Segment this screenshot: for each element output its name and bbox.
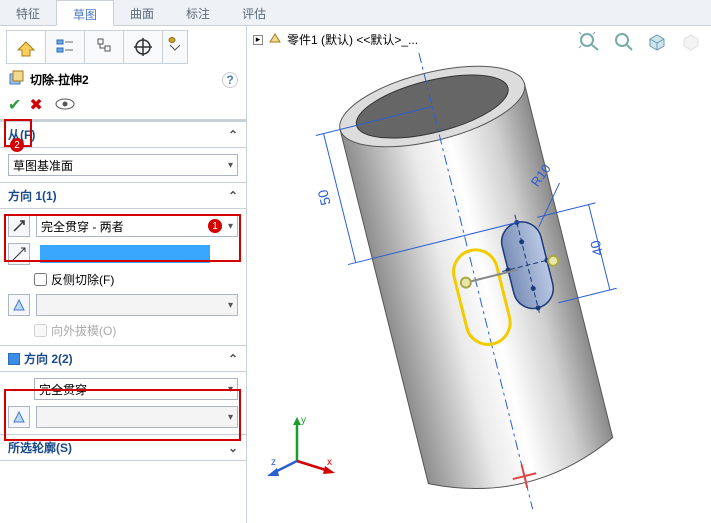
section-contours: 所选轮廓(S) ⌄ [0,434,246,461]
flip-side-checkbox[interactable] [34,273,47,286]
svg-text:x: x [327,457,332,468]
dropdown-arrow-icon: ▾ [228,412,233,423]
reverse-direction-icon[interactable] [8,215,30,237]
dropdown-arrow-icon: ▾ [228,384,233,395]
help-icon[interactable]: ? [222,72,238,88]
chevron-down-icon: ⌄ [228,441,238,455]
feature-title-row: 切除-拉伸2 ? [0,66,246,93]
dir2-draft-icon[interactable] [8,406,30,428]
section-dir1-header[interactable]: 方向 1(1) ⌃ [0,183,246,209]
svg-text:40: 40 [587,239,606,258]
direction-ref-field[interactable] [40,245,210,263]
view-triad[interactable]: y x z [267,413,337,483]
dropdown-arrow-icon: ▾ [228,160,233,171]
dropdown-arrow-icon: ▾ [228,300,233,311]
dir1-end-condition-dropdown[interactable]: 完全贯穿 - 两者 1 ▾ [36,215,238,237]
section-dir2: 方向 2(2) ⌃ 完全贯穿 ▾ ▾ [0,345,246,434]
section-dir2-label: 方向 2(2) [24,350,73,367]
draft-angle-field: ▾ [36,294,238,316]
property-panel: 切除-拉伸2 ? ✔ ✖ 从(F) ⌃ 草图基准面 ▾ [0,26,247,523]
tab-annotate[interactable]: 标注 [170,0,226,25]
section-dir1-label: 方向 1(1) [8,187,57,204]
cut-extrude-icon [8,70,24,89]
callout-badge-1: 1 [208,219,222,233]
section-from-header[interactable]: 从(F) ⌃ [0,122,246,148]
dir2-draft-field: ▾ [36,406,238,428]
from-value: 草图基准面 [13,157,73,174]
dropdown-arrow-icon: ▾ [228,221,233,232]
preview-icon[interactable] [55,98,75,113]
cancel-icon[interactable]: ✖ [29,95,42,115]
svg-text:y: y [301,415,306,426]
section-contours-header[interactable]: 所选轮廓(S) ⌄ [0,435,246,461]
chevron-up-icon: ⌃ [228,352,238,366]
panel-tab-config-icon[interactable] [84,30,124,64]
draft-outward-checkbox [34,324,47,337]
tab-feature[interactable]: 特征 [0,0,56,25]
dir2-end-condition-dropdown[interactable]: 完全贯穿 ▾ [34,378,238,400]
chevron-up-icon: ⌃ [228,128,238,142]
dir2-end-value: 完全贯穿 [39,381,87,398]
dir1-end-value: 完全贯穿 - 两者 [41,218,124,235]
feature-name: 切除-拉伸2 [30,71,89,88]
confirm-row: ✔ ✖ [0,93,246,121]
draft-icon[interactable] [8,294,30,316]
section-from: 从(F) ⌃ 草图基准面 ▾ [0,121,246,182]
panel-tab-overflow-icon[interactable] [162,30,188,64]
tab-evaluate[interactable]: 评估 [226,0,282,25]
callout-badge-2: 2 [10,138,24,152]
draft-outward-label: 向外拔模(O) [51,322,116,339]
graphics-viewport[interactable]: ▸ 零件1 (默认) <<默认>_... [247,26,711,523]
section-dir1: 方向 1(1) ⌃ 完全贯穿 - 两者 1 ▾ [0,182,246,345]
svg-text:50: 50 [314,188,333,207]
dir2-enable-icon[interactable] [8,353,20,365]
flip-side-label: 反侧切除(F) [51,271,114,288]
panel-tab-dimxpert-icon[interactable] [123,30,163,64]
chevron-up-icon: ⌃ [228,189,238,203]
section-contours-label: 所选轮廓(S) [8,439,72,456]
tab-sketch[interactable]: 草图 [56,0,114,26]
panel-tab-toolbar [0,26,246,66]
tab-surface[interactable]: 曲面 [114,0,170,25]
command-manager-tabs: 特征 草图 曲面 标注 评估 [0,0,711,26]
ok-icon[interactable]: ✔ [8,95,21,115]
panel-tab-feature-tree-icon[interactable] [6,30,46,64]
from-dropdown[interactable]: 草图基准面 ▾ [8,154,238,176]
direction-ref-icon[interactable] [8,243,30,265]
section-dir2-header[interactable]: 方向 2(2) ⌃ [0,346,246,372]
panel-tab-property-icon[interactable] [45,30,85,64]
svg-text:z: z [271,457,276,468]
